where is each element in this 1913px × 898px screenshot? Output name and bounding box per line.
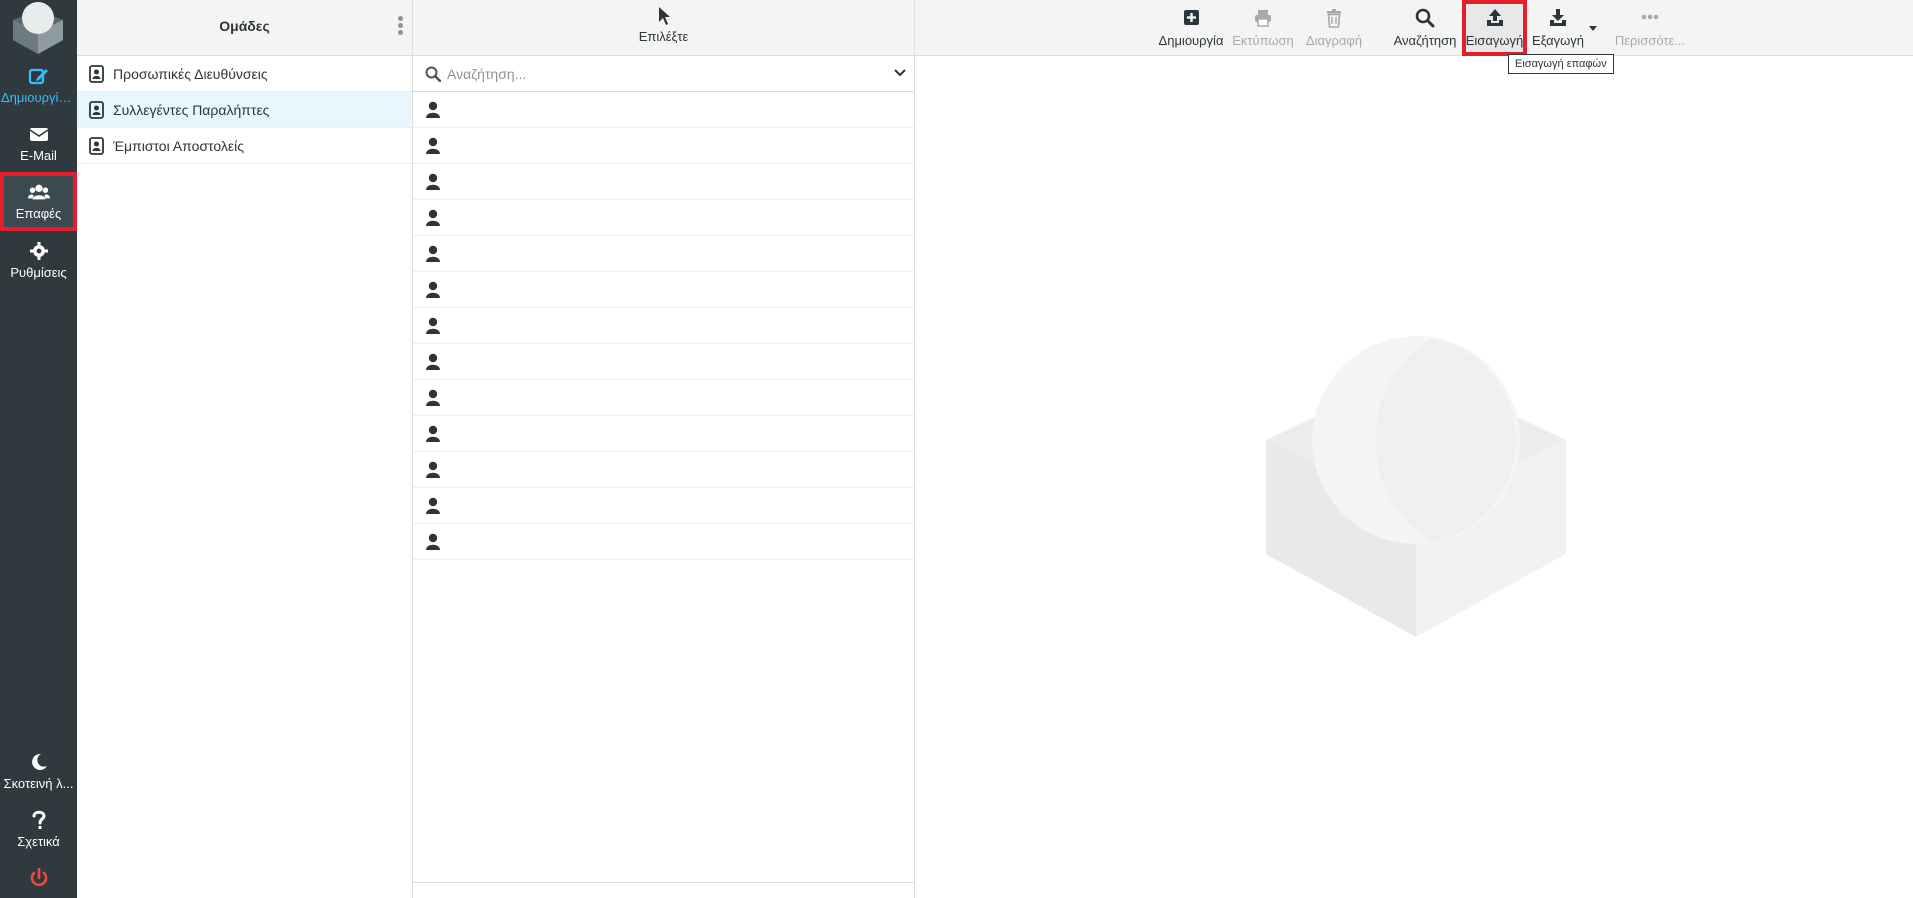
delete-button[interactable]: Διαγραφή	[1300, 0, 1368, 56]
nav-logout[interactable]	[0, 858, 77, 898]
person-icon	[426, 173, 440, 190]
select-label: Επιλέξτε	[638, 29, 689, 44]
group-label: Συλλεγέντες Παραλήπτες	[113, 102, 270, 118]
app-window: Δημιουργία... E-Mail Επαφές Ρυθμίσεις Σκ…	[0, 0, 1913, 898]
nav-dark-mode-label: Σκοτεινή λ...	[3, 776, 74, 791]
nav-settings[interactable]: Ρυθμίσεις	[0, 231, 77, 287]
logo-icon[interactable]	[9, 0, 67, 56]
search-icon	[1415, 8, 1435, 28]
contact-row[interactable]	[413, 524, 914, 560]
print-button[interactable]: Εκτύπωση	[1229, 0, 1297, 56]
download-icon	[1550, 9, 1566, 26]
person-icon	[426, 533, 440, 550]
search-label: Αναζήτηση	[1393, 33, 1457, 48]
compose-icon	[28, 68, 48, 85]
contact-row[interactable]	[413, 416, 914, 452]
person-icon	[426, 317, 440, 334]
chevron-down-icon[interactable]	[894, 68, 906, 78]
nav-about-label: Σχετικά	[17, 834, 60, 849]
nav-email[interactable]: E-Mail	[0, 114, 77, 170]
person-icon	[426, 425, 440, 442]
groups-panel: Ομάδες Προσωπικές Διευθύνσεις Συλλεγέντε…	[77, 0, 413, 898]
import-label: Εισαγωγή	[1465, 33, 1524, 48]
groups-title: Ομάδες	[219, 18, 270, 34]
contact-row[interactable]	[413, 452, 914, 488]
watermark-logo-icon	[1266, 336, 1566, 637]
person-icon	[426, 389, 440, 406]
main-nav: Δημιουργία... E-Mail Επαφές Ρυθμίσεις Σκ…	[0, 0, 77, 898]
contact-row[interactable]	[413, 380, 914, 416]
plus-square-icon	[1184, 10, 1199, 25]
list-header: Επιλέξτε	[413, 0, 914, 56]
contact-row[interactable]	[413, 164, 914, 200]
groups-options-icon[interactable]	[396, 16, 404, 38]
export-button[interactable]: Εξαγωγή	[1528, 0, 1588, 56]
printer-icon	[1255, 10, 1271, 27]
create-button[interactable]: Δημιουργία	[1155, 0, 1227, 56]
contact-row[interactable]	[413, 488, 914, 524]
group-label: Προσωπικές Διευθύνσεις	[113, 66, 268, 82]
groups-header: Ομάδες	[77, 0, 412, 56]
content-panel: Δημιουργία Εκτύπωση Διαγραφή Αναζήτηση Ε…	[915, 0, 1913, 898]
contact-row[interactable]	[413, 344, 914, 380]
export-label: Εξαγωγή	[1531, 33, 1585, 48]
nav-contacts-label: Επαφές	[15, 206, 62, 221]
export-dropdown-icon[interactable]	[1589, 26, 1597, 31]
group-item-trusted[interactable]: Έμπιστοι Αποστολείς	[77, 128, 412, 164]
toolbar: Δημιουργία Εκτύπωση Διαγραφή Αναζήτηση Ε…	[915, 0, 1913, 74]
address-book-icon	[89, 137, 104, 155]
person-icon	[426, 245, 440, 262]
nav-compose[interactable]: Δημιουργία...	[0, 56, 77, 112]
gear-icon	[29, 242, 48, 260]
more-label: Περισσότε...	[1614, 33, 1686, 48]
nav-compose-label: Δημιουργία...	[1, 90, 77, 105]
nav-dark-mode[interactable]: Σκοτεινή λ...	[0, 742, 77, 798]
nav-contacts[interactable]: Επαφές	[0, 172, 77, 231]
contact-row[interactable]	[413, 308, 914, 344]
address-book-icon	[89, 101, 104, 119]
contacts-list-panel: Επιλέξτε	[413, 0, 915, 898]
person-icon	[426, 101, 440, 118]
person-icon	[426, 497, 440, 514]
contact-row[interactable]	[413, 200, 914, 236]
nav-email-label: E-Mail	[20, 148, 57, 163]
person-icon	[426, 137, 440, 154]
list-pagination-bar	[413, 882, 914, 898]
contact-row[interactable]	[413, 92, 914, 128]
person-icon	[426, 353, 440, 370]
question-icon	[32, 810, 46, 829]
more-button[interactable]: Περισσότε...	[1605, 0, 1695, 56]
group-item-collected[interactable]: Συλλεγέντες Παραλήπτες	[77, 92, 412, 128]
contact-row[interactable]	[413, 236, 914, 272]
contact-rows	[413, 92, 914, 560]
envelope-icon	[29, 128, 48, 141]
contact-row[interactable]	[413, 272, 914, 308]
users-icon	[27, 184, 50, 200]
search-icon	[425, 66, 441, 82]
person-icon	[426, 281, 440, 298]
group-label: Έμπιστοι Αποστολείς	[113, 138, 244, 154]
upload-icon	[1486, 9, 1503, 26]
print-label: Εκτύπωση	[1232, 33, 1294, 48]
power-icon	[30, 868, 47, 887]
nav-settings-label: Ρυθμίσεις	[10, 265, 67, 280]
contacts-search-input[interactable]	[447, 62, 867, 86]
nav-about[interactable]: Σχετικά	[0, 800, 77, 856]
cursor-icon	[658, 7, 670, 25]
delete-label: Διαγραφή	[1305, 33, 1363, 48]
person-icon	[426, 461, 440, 478]
group-item-personal[interactable]: Προσωπικές Διευθύνσεις	[77, 56, 412, 92]
more-icon	[1641, 14, 1659, 20]
import-tooltip: Εισαγωγή επαφών	[1508, 54, 1614, 74]
select-button[interactable]: Επιλέξτε	[413, 6, 914, 44]
search-button[interactable]: Αναζήτηση	[1389, 0, 1461, 56]
trash-icon	[1327, 9, 1341, 28]
address-book-icon	[89, 65, 104, 83]
moon-icon	[31, 753, 47, 770]
person-icon	[426, 209, 440, 226]
contacts-search-bar	[413, 56, 914, 92]
contact-row[interactable]	[413, 128, 914, 164]
create-label: Δημιουργία	[1158, 33, 1224, 48]
import-button[interactable]: Εισαγωγή	[1462, 0, 1527, 56]
